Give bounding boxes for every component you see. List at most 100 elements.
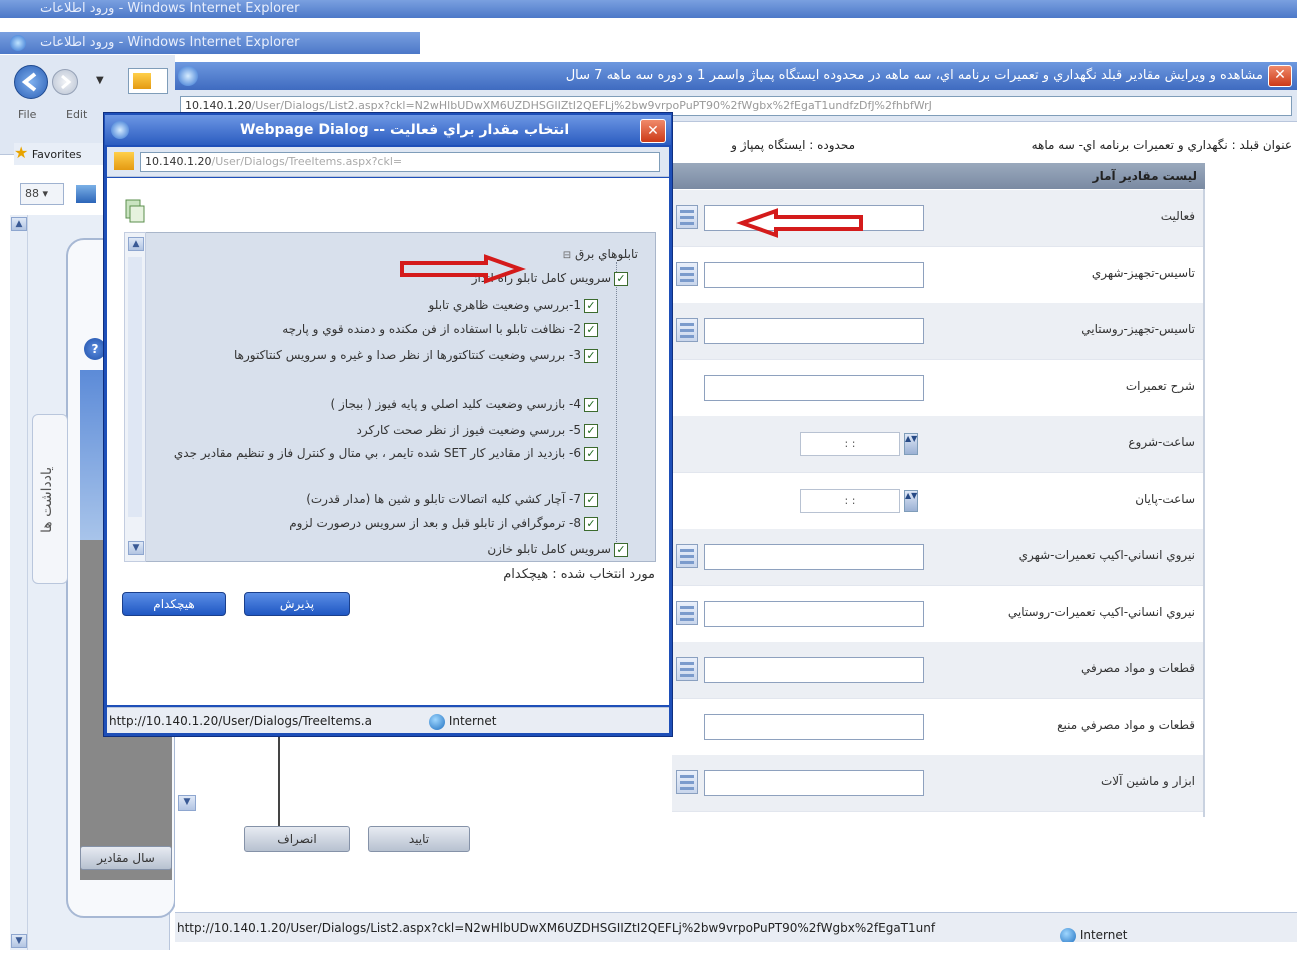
form-text-input[interactable] — [704, 601, 924, 627]
cancel-button[interactable]: انصراف — [244, 826, 350, 852]
checkbox-checked-icon[interactable]: ✓ — [584, 492, 598, 507]
dialog-page-icon — [114, 152, 134, 170]
form-row-label: ساعت-پايان — [1135, 492, 1195, 506]
checkbox-checked-icon[interactable]: ✓ — [584, 423, 598, 438]
time-spinner-icon[interactable]: ▲▼ — [904, 433, 918, 455]
form-row-label: تاسيس-تجهيز-روستايي — [1081, 322, 1195, 336]
time-input[interactable]: : : — [800, 489, 900, 513]
checkbox-checked-icon[interactable]: ✓ — [614, 271, 628, 286]
form-row: تاسيس-تجهيز-روستايي — [672, 303, 1203, 360]
tree-item[interactable]: ✓1-بررسي وضعيت ظاهري تابلو — [150, 297, 598, 315]
lookup-list-icon[interactable] — [676, 205, 698, 229]
tree-item-label: 3- بررسي وضعيت كنتاكتورها از نظر صدا و غ… — [233, 348, 581, 362]
dialog-address-bar[interactable]: 10.140.1.20/User/Dialogs/TreeItems.aspx?… — [140, 152, 660, 172]
tree-item[interactable]: ✓6- بازديد از مقادير كار SET شده تايمر ،… — [150, 445, 598, 483]
lookup-list-icon[interactable] — [676, 601, 698, 625]
time-input[interactable]: : : — [800, 432, 900, 456]
background-window-titlebar-1: ورود اطلاعات - Windows Internet Explorer — [0, 0, 1297, 18]
checkbox-checked-icon[interactable]: ✓ — [614, 542, 628, 557]
form-row: قطعات و مواد مصرفي منبع — [672, 699, 1203, 756]
lookup-list-icon[interactable] — [676, 262, 698, 286]
background-values-button[interactable]: سال مقادير — [80, 846, 172, 870]
checkbox-checked-icon[interactable]: ✓ — [584, 516, 598, 531]
form-text-input[interactable] — [704, 318, 924, 344]
main-address-host: 10.140.1.20 — [185, 99, 252, 112]
ie-logo-icon — [10, 35, 26, 51]
tree-item[interactable]: ✓5- بررسي وضعيت فيوز از نظر صحت كاركرد — [150, 422, 598, 440]
dialog-status-url: http://10.140.1.20/User/Dialogs/TreeItem… — [109, 714, 372, 728]
accept-button[interactable]: پذيرش — [244, 592, 350, 616]
scroll-down-icon[interactable]: ▼ — [11, 934, 27, 948]
main-window-title: مشاهده و ويرايش مقادير قبلد نگهداري و تع… — [565, 68, 1263, 83]
tree-scroll-up-icon[interactable]: ▲ — [128, 237, 144, 251]
favorites-button[interactable]: ★ Favorites — [14, 143, 104, 165]
scroll-up-icon[interactable]: ▲ — [11, 217, 27, 231]
lookup-list-icon[interactable] — [676, 770, 698, 794]
checkbox-checked-icon[interactable]: ✓ — [584, 322, 598, 337]
tree-item[interactable]: ✓8- ترموگرافي از تابلو قبل و بعد از سروي… — [150, 515, 598, 533]
form-row: ساعت-پايان : : ▲▼ — [672, 473, 1203, 530]
checkbox-checked-icon[interactable]: ✓ — [584, 446, 598, 461]
notes-tab-label: يادداشت ها — [39, 466, 55, 534]
dialog-close-icon: ✕ — [647, 123, 659, 139]
lookup-list-icon[interactable] — [676, 318, 698, 342]
tree-scroll-track[interactable] — [128, 257, 142, 517]
background-window-titlebar-2: ورود اطلاعات - Windows Internet Explorer — [0, 32, 420, 54]
notes-vertical-tab[interactable]: يادداشت ها — [32, 414, 68, 584]
lookup-list-icon[interactable] — [676, 544, 698, 568]
dialog-status-zone: Internet — [448, 714, 497, 728]
form-text-input[interactable] — [704, 714, 924, 740]
form-row: ابزار و ماشين آلات — [672, 755, 1203, 812]
checkbox-checked-icon[interactable]: ✓ — [584, 348, 598, 363]
time-spinner-icon[interactable]: ▲▼ — [904, 490, 918, 512]
history-dropdown-icon[interactable]: ▼ — [96, 75, 108, 87]
background-address-bar[interactable] — [128, 68, 168, 94]
main-status-url: http://10.140.1.20/User/Dialogs/List2.as… — [177, 921, 936, 935]
confirm-button[interactable]: تاييد — [368, 826, 470, 852]
dialog-close-button[interactable]: ✕ — [640, 119, 666, 143]
tree-item[interactable]: ✓سرويس كامل تابلو خازن — [300, 541, 628, 557]
none-button[interactable]: هيچكدام — [122, 592, 226, 616]
quick-tabs-button[interactable]: 88 ▾ — [20, 183, 64, 205]
form-header: ليست مقادير آمار — [672, 163, 1205, 189]
form-info-region: محدوده : ايستگاه پمپاژ و — [731, 138, 855, 152]
tree-item[interactable]: ✓2- نظافت تابلو با استفاده از فن مكنده و… — [150, 321, 598, 339]
menu-file[interactable]: File — [18, 108, 36, 121]
main-ie-logo-icon — [178, 66, 198, 86]
checkbox-checked-icon[interactable]: ✓ — [584, 397, 598, 412]
tree-connector-line — [616, 262, 617, 552]
internet-zone-icon — [1060, 927, 1076, 942]
form-text-input[interactable] — [704, 657, 924, 683]
form-row: تاسيس-تجهيز-شهري — [672, 247, 1203, 304]
dialog-titlebar: انتخاب مقدار براي فعاليت -- Webpage Dial… — [105, 115, 671, 145]
main-close-button[interactable]: ✕ — [1268, 65, 1292, 87]
tree-item[interactable]: ✓4- بازرسي وضعيت كليد اصلي و پايه فيوز (… — [150, 396, 598, 414]
tree-item[interactable]: ✓3- بررسي وضعيت كنتاكتورها از نظر صدا و … — [150, 347, 598, 385]
tree-scrollbar[interactable]: ▲ ▼ — [124, 232, 146, 562]
form-row: نيروي انساني-اكيپ تعميرات-شهري — [672, 529, 1203, 586]
back-button[interactable] — [14, 65, 48, 99]
form-row: ساعت-شروع: : ▲▼ — [672, 416, 1203, 473]
tree-item-label: 7- آچار كشي كليه اتصالات تابلو و شين ها … — [306, 492, 581, 506]
background-scrollbar[interactable]: ▲ ▼ — [10, 215, 28, 950]
form-row-label: فعاليت — [1160, 209, 1195, 223]
annotation-arrow-left — [736, 208, 863, 238]
dialog-status-bar: http://10.140.1.20/User/Dialogs/TreeItem… — [107, 707, 669, 733]
menu-edit[interactable]: Edit — [66, 108, 87, 121]
tree-scroll-down-icon[interactable]: ▼ — [128, 541, 144, 555]
tree-root-icon — [124, 198, 146, 224]
form-row: نيروي انساني-اكيپ تعميرات-روستايي — [672, 586, 1203, 643]
lookup-list-icon[interactable] — [676, 657, 698, 681]
dialog-address-path: /User/Dialogs/TreeItems.aspx?ckl= — [211, 155, 403, 168]
form-text-input[interactable] — [704, 544, 924, 570]
tree-collapse-icon[interactable]: ⊟ — [563, 250, 571, 261]
forward-button[interactable] — [52, 69, 78, 95]
tree-item-label: 1-بررسي وضعيت ظاهري تابلو — [428, 298, 581, 312]
form-text-input[interactable] — [704, 770, 924, 796]
form-scroll-down-icon[interactable]: ▼ — [178, 795, 196, 811]
form-text-input[interactable] — [704, 375, 924, 401]
tree-item[interactable]: ✓7- آچار كشي كليه اتصالات تابلو و شين ها… — [150, 491, 598, 509]
form-text-input[interactable] — [704, 262, 924, 288]
form-row-label: نيروي انساني-اكيپ تعميرات-شهري — [1018, 548, 1195, 562]
checkbox-checked-icon[interactable]: ✓ — [584, 298, 598, 313]
